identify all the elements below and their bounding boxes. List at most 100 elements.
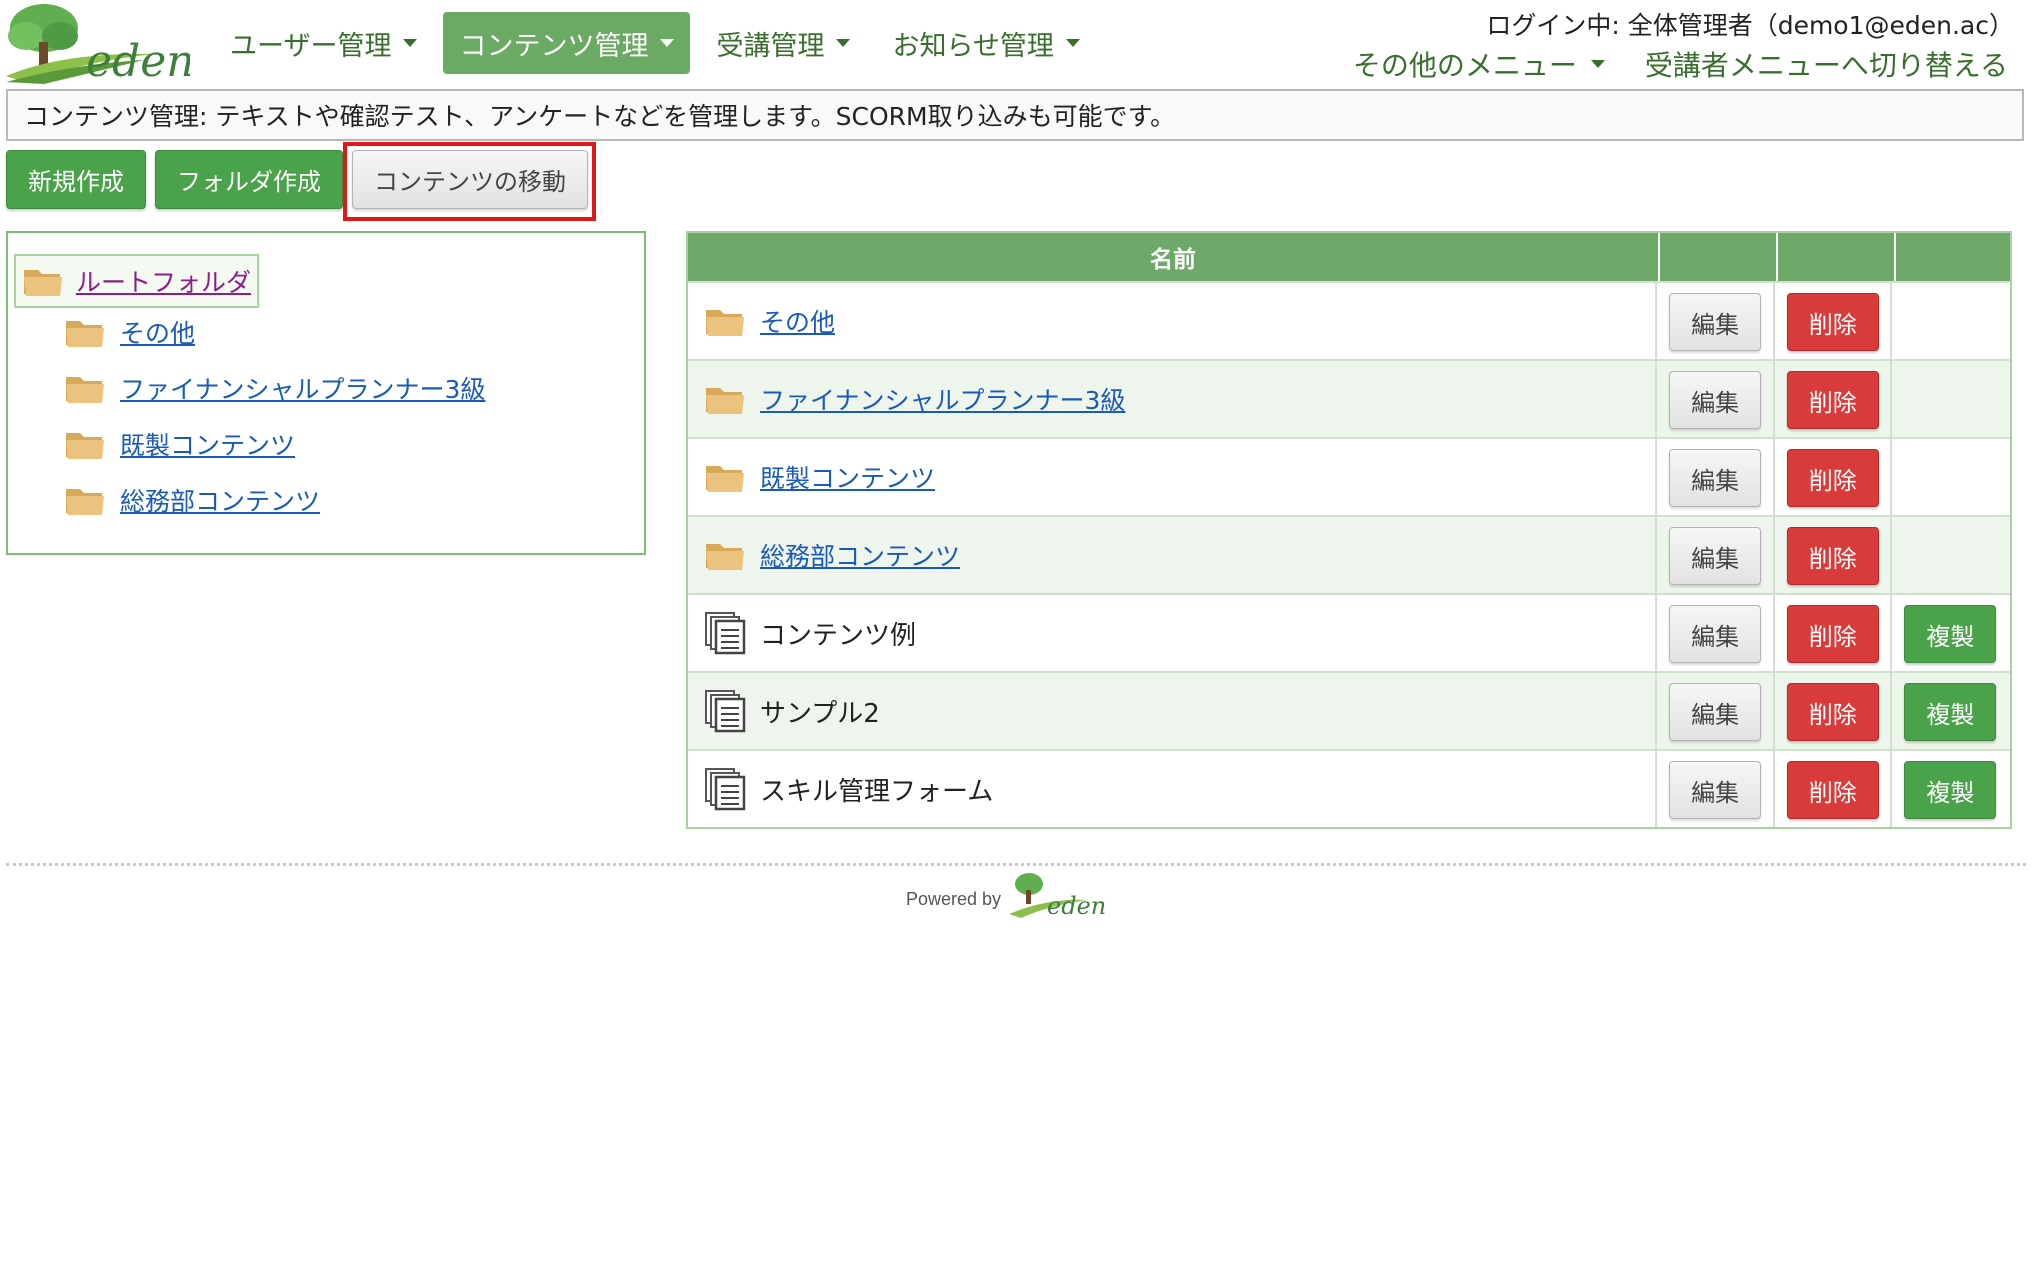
folder-icon <box>706 388 744 414</box>
tree-item-link[interactable]: 総務部コンテンツ <box>120 482 320 518</box>
edit-button[interactable]: 編集 <box>1669 371 1762 429</box>
copy-button[interactable]: 複製 <box>1904 605 1997 663</box>
copy-cell <box>1892 517 2010 593</box>
name-cell: その他 <box>688 283 1658 359</box>
chevron-down-icon <box>1590 60 1605 68</box>
folder-tree: ルートフォルダ その他 ファイナンシャルプランナー3級 既製コンテンツ 総務部コ… <box>6 231 646 555</box>
login-status: ログイン中: 全体管理者（demo1@eden.ac） <box>1486 11 2014 40</box>
folder-icon <box>66 321 104 347</box>
folder-link[interactable]: 総務部コンテンツ <box>760 537 960 573</box>
folder-icon <box>66 377 104 403</box>
content-name: コンテンツ例 <box>760 620 917 651</box>
highlight-box <box>343 142 596 221</box>
copy-cell <box>1892 439 2010 515</box>
document-stack-icon <box>705 690 746 733</box>
folder-link[interactable]: ファイナンシャルプランナー3級 <box>760 381 1125 417</box>
eden-logo[interactable]: eden <box>4 2 195 87</box>
folder-icon <box>706 544 744 570</box>
main-nav: ユーザー管理 コンテンツ管理 受講管理 お知らせ管理 <box>214 12 1096 74</box>
tree-item-link[interactable]: その他 <box>120 314 195 350</box>
edit-cell: 編集 <box>1657 751 1775 827</box>
table-row: 既製コンテンツ 編集 削除 <box>688 437 2010 515</box>
header: eden ユーザー管理 コンテンツ管理 受講管理 お知らせ管理 ログイン中: 全… <box>0 0 2034 87</box>
copy-button[interactable]: 複製 <box>1904 683 1997 741</box>
tree-logo-icon: eden <box>6 4 195 87</box>
name-cell: 既製コンテンツ <box>688 439 1658 515</box>
name-cell: サンプル2 <box>688 673 1658 749</box>
column-header-copy <box>1896 233 2010 281</box>
folder-icon <box>24 270 62 296</box>
delete-button[interactable]: 削除 <box>1786 527 1879 585</box>
delete-cell: 削除 <box>1775 439 1893 515</box>
nav-course-management[interactable]: 受講管理 <box>700 12 866 74</box>
chevron-down-icon <box>660 39 675 47</box>
delete-cell: 削除 <box>1775 517 1893 593</box>
tree-item-link[interactable]: 既製コンテンツ <box>120 426 295 462</box>
copy-cell <box>1892 283 2010 359</box>
tree-root-link[interactable]: ルートフォルダ <box>76 263 251 299</box>
column-header-delete <box>1778 233 1896 281</box>
new-content-button[interactable]: 新規作成 <box>6 150 146 209</box>
edit-cell: 編集 <box>1657 439 1775 515</box>
table-row: サンプル2 編集 削除 複製 <box>688 671 2010 749</box>
delete-button[interactable]: 削除 <box>1786 449 1879 507</box>
new-folder-button[interactable]: フォルダ作成 <box>155 150 343 209</box>
content-name: サンプル2 <box>760 698 880 729</box>
folder-icon <box>66 489 104 515</box>
delete-button[interactable]: 削除 <box>1786 761 1879 819</box>
footer-divider <box>6 863 2026 866</box>
edit-button[interactable]: 編集 <box>1669 527 1762 585</box>
switch-menu-label: 受講者メニューへ切り替える <box>1644 49 2008 82</box>
tree-item: 総務部コンテンツ <box>64 480 320 520</box>
chevron-down-icon <box>1065 39 1080 47</box>
svg-text:eden: eden <box>1047 892 1106 920</box>
edit-button[interactable]: 編集 <box>1669 293 1762 351</box>
edit-cell: 編集 <box>1657 673 1775 749</box>
other-menu-dropdown[interactable]: その他のメニュー <box>1353 44 1605 84</box>
nav-content-management[interactable]: コンテンツ管理 <box>443 12 691 74</box>
delete-button[interactable]: 削除 <box>1786 371 1879 429</box>
chevron-down-icon <box>403 39 418 47</box>
name-cell: ファイナンシャルプランナー3級 <box>688 361 1658 437</box>
name-cell: スキル管理フォーム <box>688 751 1658 827</box>
edit-cell: 編集 <box>1657 283 1775 359</box>
delete-button[interactable]: 削除 <box>1786 683 1879 741</box>
edit-button[interactable]: 編集 <box>1669 605 1762 663</box>
delete-cell: 削除 <box>1775 751 1893 827</box>
other-menu-label: その他のメニュー <box>1352 49 1577 82</box>
folder-link[interactable]: その他 <box>760 303 835 339</box>
nav-user-management[interactable]: ユーザー管理 <box>214 12 433 74</box>
copy-button[interactable]: 複製 <box>1904 761 1997 819</box>
delete-button[interactable]: 削除 <box>1786 605 1879 663</box>
nav-label: お知らせ管理 <box>892 30 1054 62</box>
folder-link[interactable]: 既製コンテンツ <box>760 459 935 495</box>
edit-button[interactable]: 編集 <box>1669 683 1762 741</box>
delete-cell: 削除 <box>1775 283 1893 359</box>
tree-item-link[interactable]: ファイナンシャルプランナー3級 <box>120 370 485 406</box>
delete-cell: 削除 <box>1775 673 1893 749</box>
document-stack-icon <box>705 612 746 655</box>
edit-cell: 編集 <box>1657 361 1775 437</box>
delete-cell: 削除 <box>1775 595 1893 671</box>
powered-by: Powered by eden <box>906 870 1117 920</box>
folder-icon <box>706 466 744 492</box>
copy-cell: 複製 <box>1892 751 2010 827</box>
delete-button[interactable]: 削除 <box>1786 293 1879 351</box>
svg-text:eden: eden <box>86 36 190 84</box>
table-header: 名前 <box>688 233 2010 281</box>
document-stack-icon <box>705 768 746 811</box>
edit-button[interactable]: 編集 <box>1669 449 1762 507</box>
column-header-name: 名前 <box>688 233 1660 281</box>
content-table: 名前 その他 編集 削除 ファイナンシャルプランナー3級 編集 削除 既製コンテ… <box>686 231 2012 829</box>
table-row: コンテンツ例 編集 削除 複製 <box>688 593 2010 671</box>
edit-button[interactable]: 編集 <box>1669 761 1762 819</box>
switch-to-learner-link[interactable]: 受講者メニューへ切り替える <box>1645 44 2008 84</box>
edit-cell: 編集 <box>1657 517 1775 593</box>
table-row: 総務部コンテンツ 編集 削除 <box>688 515 2010 593</box>
nav-notice-management[interactable]: お知らせ管理 <box>876 12 1095 74</box>
name-cell: コンテンツ例 <box>688 595 1658 671</box>
page-description: コンテンツ管理: テキストや確認テスト、アンケートなどを管理します。SCORM取… <box>6 89 2024 141</box>
name-cell: 総務部コンテンツ <box>688 517 1658 593</box>
table-row: ファイナンシャルプランナー3級 編集 削除 <box>688 359 2010 437</box>
powered-by-text: Powered by <box>906 889 1002 909</box>
